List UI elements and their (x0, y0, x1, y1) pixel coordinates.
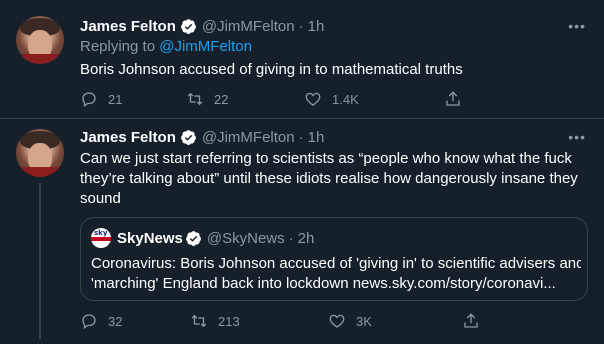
share-button[interactable] (444, 90, 472, 108)
skynews-logo-text: sky news (94, 229, 111, 237)
quoted-tweet-header: sky news SkyNews @SkyNews · 2h (91, 228, 314, 248)
thread-line (39, 183, 41, 339)
retweet-button[interactable]: 213 (190, 312, 328, 330)
quoted-timestamp: 2h (297, 229, 315, 247)
share-icon (446, 91, 460, 106)
tweet-quote[interactable]: James Felton @JimMFelton · 1h ••• Can we… (0, 119, 604, 344)
tweet-text: Can we just start referring to scientist… (80, 149, 578, 209)
tweet-actions: 32 213 3K (80, 312, 490, 330)
reply-count: 21 (108, 91, 123, 107)
quoted-tweet[interactable]: sky news SkyNews @SkyNews · 2h Coronavir… (80, 217, 588, 301)
replying-to: Replying to @JimMFelton (80, 38, 252, 55)
like-count: 3K (356, 313, 372, 329)
more-options-icon[interactable]: ••• (568, 18, 586, 34)
retweet-count: 213 (218, 313, 240, 329)
quoted-tweet-text: Coronavirus: Boris Johnson accused of 'g… (91, 254, 581, 294)
separator-dot: · (298, 18, 304, 35)
share-button[interactable] (462, 312, 490, 330)
quoted-text-line: 'marching' England back into lockdown ne… (91, 275, 556, 292)
retweet-icon (191, 314, 207, 328)
author-name[interactable]: James Felton (80, 129, 176, 146)
tweet-text-line: they’re talking about” until these idiot… (80, 170, 578, 187)
author-handle[interactable]: @JimMFelton (202, 129, 295, 146)
verified-badge-icon (185, 230, 201, 246)
author-handle[interactable]: @JimMFelton (202, 18, 295, 35)
heart-icon (305, 92, 321, 106)
reply-button[interactable]: 21 (80, 90, 186, 108)
replying-label: Replying to (80, 38, 160, 55)
tweet-header: James Felton @JimMFelton · 1h (80, 18, 324, 35)
quoted-author-name: SkyNews (117, 229, 183, 247)
reply-icon (82, 314, 96, 330)
replying-handle-link[interactable]: @JimMFelton (159, 38, 252, 55)
author-name[interactable]: James Felton (80, 18, 176, 35)
tweet-reply[interactable]: James Felton @JimMFelton · 1h ••• Replyi… (0, 0, 604, 119)
reply-icon (82, 92, 96, 108)
retweet-button[interactable]: 22 (186, 90, 304, 108)
avatar[interactable] (16, 129, 64, 177)
tweet-header: James Felton @JimMFelton · 1h (80, 129, 324, 146)
tweet-text-line: sound (80, 190, 121, 207)
tweet-actions: 21 22 1.4K (80, 90, 472, 108)
timestamp[interactable]: 1h (308, 18, 325, 35)
like-button[interactable]: 3K (328, 312, 462, 330)
skynews-avatar: sky news (91, 228, 111, 248)
like-button[interactable]: 1.4K (304, 90, 444, 108)
tweet-text: Boris Johnson accused of giving in to ma… (80, 61, 463, 78)
reply-button[interactable]: 32 (80, 312, 190, 330)
separator-dot: · (288, 229, 294, 247)
verified-badge-icon (180, 19, 196, 34)
more-options-icon[interactable]: ••• (568, 129, 586, 145)
quoted-author-handle: @SkyNews (206, 229, 285, 247)
retweet-icon (187, 92, 203, 106)
reply-count: 32 (108, 313, 123, 329)
retweet-count: 22 (214, 91, 229, 107)
verified-badge-icon (180, 130, 196, 145)
avatar[interactable] (16, 16, 64, 64)
share-icon (464, 313, 478, 328)
tweet-text-line: Can we just start referring to scientist… (80, 150, 572, 167)
separator-dot: · (298, 129, 304, 146)
quoted-text-line: Coronavirus: Boris Johnson accused of 'g… (91, 255, 581, 272)
heart-icon (329, 314, 345, 328)
like-count: 1.4K (332, 91, 359, 107)
timestamp[interactable]: 1h (308, 129, 325, 146)
